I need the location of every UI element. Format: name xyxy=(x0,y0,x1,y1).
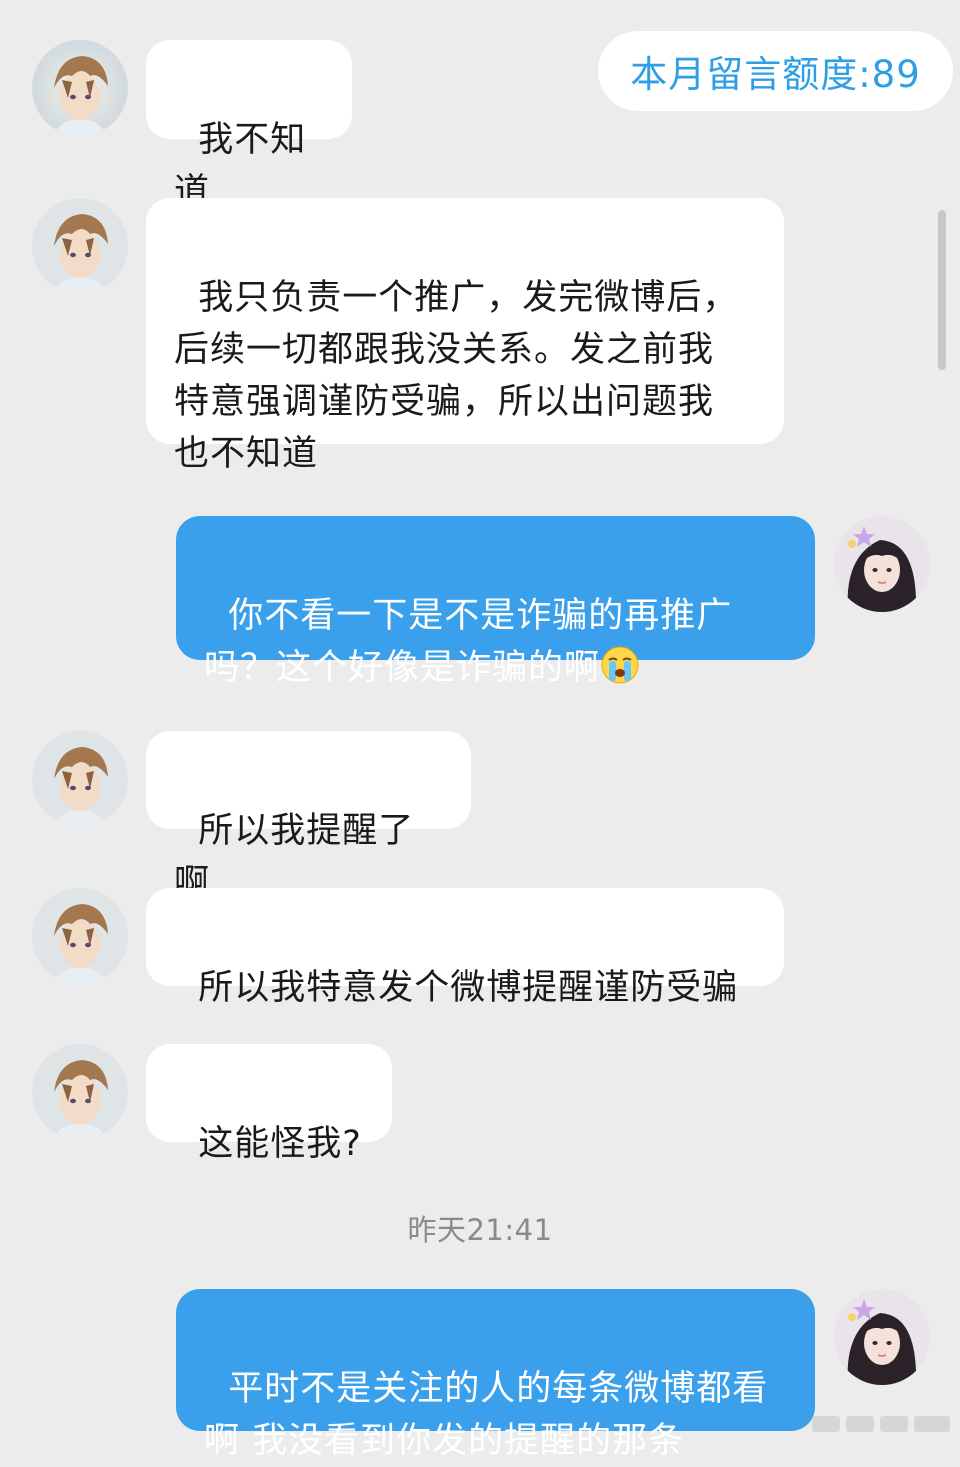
incoming-message-bubble[interactable]: 我不知道 xyxy=(146,40,352,212)
girl-photo-avatar-icon xyxy=(834,516,930,612)
incoming-message-bubble[interactable]: 这能怪我? xyxy=(146,1044,392,1164)
contact-avatar[interactable] xyxy=(32,888,128,984)
my-avatar[interactable] xyxy=(834,516,930,612)
contact-avatar[interactable] xyxy=(32,198,128,294)
outgoing-message-bubble[interactable]: 平时不是关注的人的每条微博都看 啊 我没看到你发的提醒的那条 xyxy=(176,1289,815,1461)
contact-avatar[interactable] xyxy=(32,1044,128,1140)
my-avatar[interactable] xyxy=(834,1289,930,1385)
scrollbar[interactable] xyxy=(938,210,946,370)
anime-boy-avatar-icon xyxy=(32,888,128,984)
outgoing-message-bubble[interactable]: 你不看一下是不是诈骗的再推广 吗？这个好像是诈骗的啊 xyxy=(176,516,815,688)
incoming-message-bubble[interactable]: 所以我特意发个微博提醒谨防受骗 xyxy=(146,888,784,1008)
message-text: 你不看一下是不是诈骗的再推广 吗？这个好像是诈骗的啊 xyxy=(204,596,733,688)
anime-boy-avatar-icon xyxy=(32,1044,128,1140)
crying-face-icon xyxy=(601,646,639,684)
contact-avatar[interactable] xyxy=(32,731,128,827)
anime-boy-avatar-icon xyxy=(32,40,128,136)
contact-avatar[interactable] xyxy=(32,40,128,136)
anime-boy-avatar-icon xyxy=(32,198,128,294)
message-text: 我只负责一个推广，发完微博后， 后续一切都跟我没关系。发之前我 特意强调谨防受骗… xyxy=(174,278,739,474)
incoming-message-bubble[interactable]: 所以我提醒了啊 xyxy=(146,731,471,903)
incoming-message-bubble[interactable]: 我只负责一个推广，发完微博后， 后续一切都跟我没关系。发之前我 特意强调谨防受骗… xyxy=(146,198,784,474)
message-timestamp: 昨天21:41 xyxy=(407,1213,553,1247)
girl-photo-avatar-icon xyxy=(834,1289,930,1385)
message-text: 这能怪我? xyxy=(198,1124,362,1164)
message-text: 所以我特意发个微博提醒谨防受骗 xyxy=(198,968,739,1008)
watermark-icon xyxy=(812,1416,950,1432)
message-text: 平时不是关注的人的每条微博都看 啊 我没看到你发的提醒的那条 xyxy=(204,1369,769,1461)
anime-boy-avatar-icon xyxy=(32,731,128,827)
message-quota-badge: 本月留言额度:89 xyxy=(598,31,953,111)
